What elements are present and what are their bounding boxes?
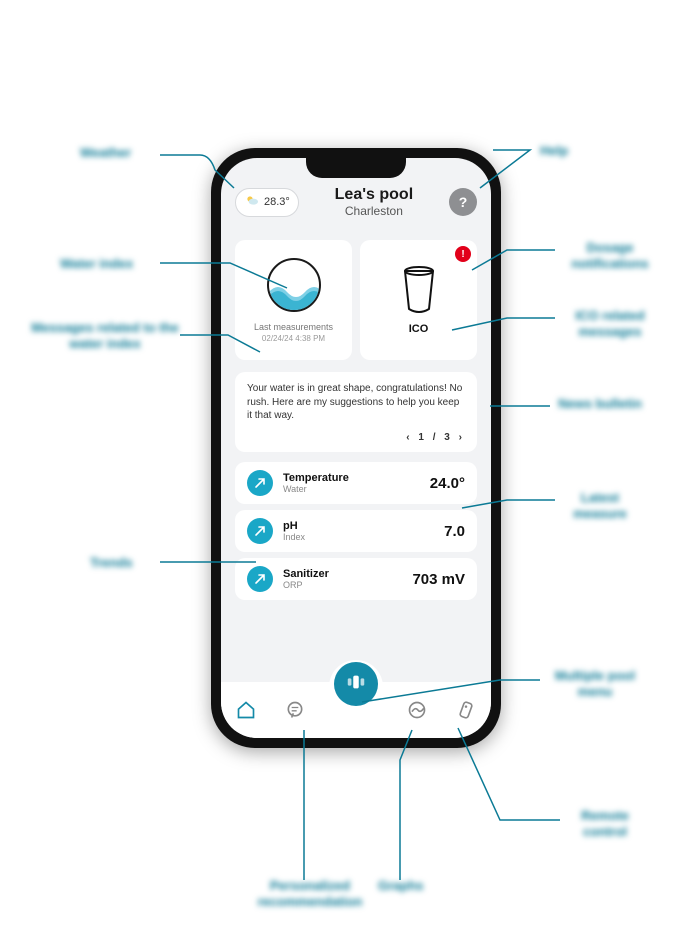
callout-remote: Remote control: [560, 808, 650, 839]
callout-messages-related: Messages related to the water index: [30, 320, 180, 351]
callout-personalized: Personalized recommendation: [240, 878, 380, 909]
callout-graphs: Graphs: [378, 878, 424, 894]
callout-multi-pool: Multiple pool menu: [545, 668, 645, 699]
callout-dosage: Dosage notifications: [555, 240, 665, 271]
callout-trends: Trends: [90, 555, 133, 571]
callout-news: News bulletin: [555, 396, 645, 412]
callout-ico-related: ICO related messages: [555, 308, 665, 339]
callout-latest: Latest measure: [555, 490, 645, 521]
callout-water-index: Water index: [60, 256, 133, 272]
callout-weather: Weather: [80, 145, 131, 161]
diagram-stage: 28.3° Lea's pool Charleston ?: [0, 0, 691, 952]
callout-help: Help: [540, 143, 568, 159]
